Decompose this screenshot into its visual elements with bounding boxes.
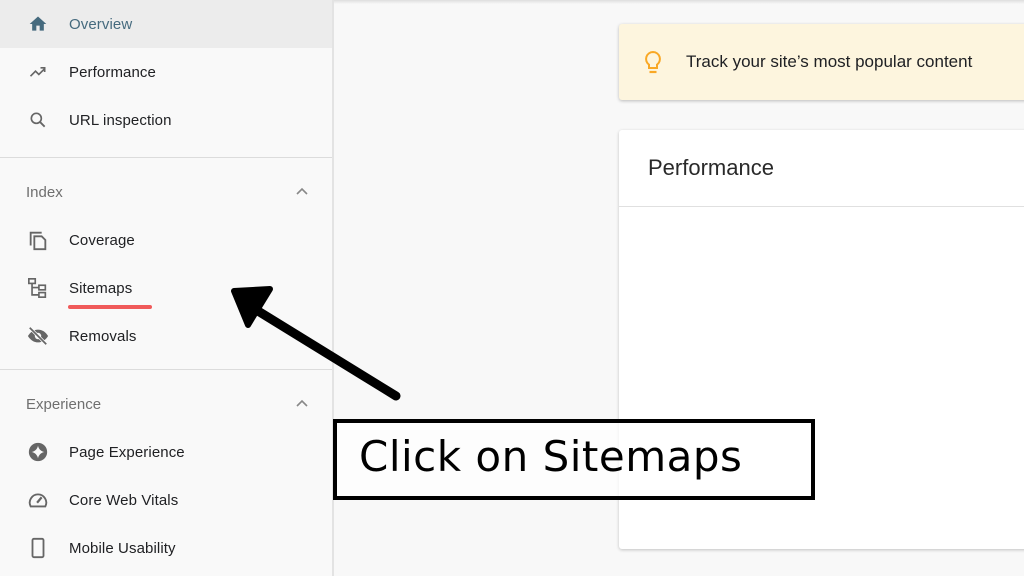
sidebar-item-performance[interactable]: Performance	[0, 48, 332, 96]
sidebar-item-coverage[interactable]: Coverage	[0, 216, 332, 264]
gauge-icon	[26, 488, 50, 512]
card-divider	[619, 206, 1024, 207]
header-shadow	[334, 0, 1024, 4]
sidebar-item-label: Performance	[69, 63, 156, 81]
copy-pages-icon	[26, 228, 50, 252]
sidebar-item-overview[interactable]: Overview	[0, 0, 332, 48]
sitemap-icon	[26, 276, 50, 300]
sidebar-divider	[0, 157, 332, 158]
sidebar-nav: Overview Performance URL inspection Inde…	[0, 0, 334, 576]
eye-off-icon	[26, 324, 50, 348]
instruction-callout: Click on Sitemaps	[333, 419, 815, 500]
search-icon	[26, 108, 50, 132]
sidebar-item-url-inspection[interactable]: URL inspection	[0, 96, 332, 144]
section-header-experience[interactable]: Experience	[0, 380, 332, 428]
sidebar-item-label: Coverage	[69, 231, 135, 249]
sidebar-item-label: Mobile Usability	[69, 539, 176, 557]
trending-up-icon	[26, 60, 50, 84]
section-title: Experience	[26, 395, 102, 413]
chevron-up-icon[interactable]	[294, 396, 310, 412]
sidebar-item-mobile-usability[interactable]: Mobile Usability	[0, 524, 332, 572]
tip-banner[interactable]: Track your site’s most popular content	[619, 24, 1024, 100]
sidebar-item-page-experience[interactable]: Page Experience	[0, 428, 332, 476]
sidebar-item-label: Overview	[69, 15, 133, 33]
sidebar-item-label: Removals	[69, 327, 137, 345]
callout-text: Click on Sitemaps	[359, 432, 743, 481]
sidebar-item-label: URL inspection	[69, 111, 172, 129]
section-header-index[interactable]: Index	[0, 168, 332, 216]
sitemaps-highlight-underline	[68, 305, 152, 309]
chevron-up-icon[interactable]	[294, 184, 310, 200]
sidebar-item-label: Sitemaps	[69, 279, 133, 297]
sidebar-item-label: Core Web Vitals	[69, 491, 179, 509]
page-experience-icon	[26, 440, 50, 464]
sidebar-item-label: Page Experience	[69, 443, 185, 461]
sidebar-divider	[0, 369, 332, 370]
lightbulb-icon	[645, 50, 661, 74]
section-title: Index	[26, 183, 63, 201]
tip-text: Track your site’s most popular content	[686, 52, 973, 71]
phone-icon	[26, 536, 50, 560]
home-icon	[26, 12, 50, 36]
performance-card-title: Performance	[648, 155, 774, 180]
sidebar-item-sitemaps[interactable]: Sitemaps	[0, 264, 332, 312]
sidebar-item-core-web-vitals[interactable]: Core Web Vitals	[0, 476, 332, 524]
sidebar-item-removals[interactable]: Removals	[0, 312, 332, 360]
